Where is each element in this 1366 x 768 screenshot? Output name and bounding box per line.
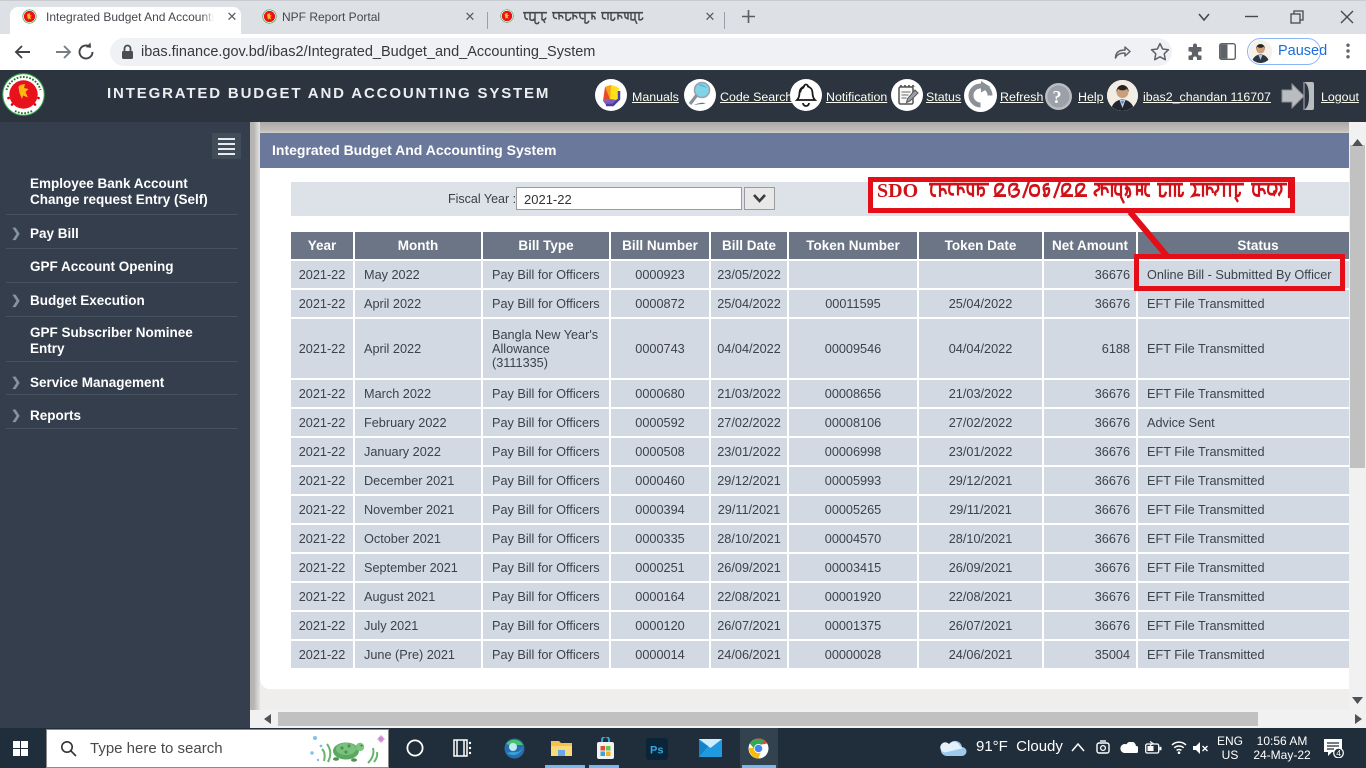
svg-text:?: ? bbox=[1053, 87, 1062, 107]
svg-text:Ps: Ps bbox=[650, 745, 663, 757]
svg-text:4: 4 bbox=[1336, 748, 1341, 758]
